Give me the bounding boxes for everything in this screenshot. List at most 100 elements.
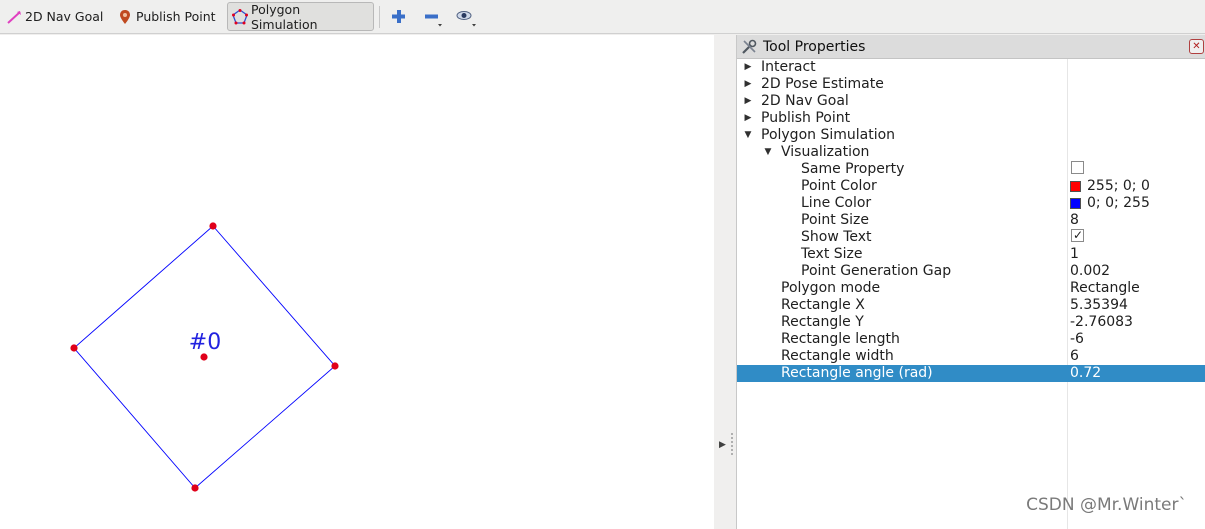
property-value[interactable] bbox=[1070, 161, 1084, 174]
property-row[interactable]: Line Color 0; 0; 255 bbox=[737, 195, 1205, 212]
polygon-vertex[interactable] bbox=[209, 222, 217, 230]
polygon-vertex[interactable] bbox=[191, 484, 199, 492]
expand-down-icon[interactable]: ▼ bbox=[762, 144, 774, 161]
property-value[interactable]: -6 bbox=[1070, 331, 1084, 348]
property-value[interactable]: 0; 0; 255 bbox=[1070, 195, 1150, 212]
nav-goal-label: 2D Nav Goal bbox=[25, 9, 104, 24]
property-row[interactable]: Point Generation Gap 0.002 bbox=[737, 263, 1205, 280]
watermark: CSDN @Mr.Winter` bbox=[1026, 495, 1187, 515]
minus-icon bbox=[425, 14, 442, 27]
add-tool-button[interactable] bbox=[388, 6, 410, 28]
property-row[interactable]: Rectangle length -6 bbox=[737, 331, 1205, 348]
toolbar: 2D Nav Goal Publish Point Polygon Simula… bbox=[0, 0, 1205, 34]
property-value-text: 1 bbox=[1070, 246, 1079, 262]
polygon-vertex[interactable] bbox=[331, 362, 339, 370]
pink-arrow-icon bbox=[6, 9, 22, 25]
property-value[interactable]: 6 bbox=[1070, 348, 1079, 365]
polygon-simulation-label: Polygon Simulation bbox=[251, 1, 318, 32]
property-name: Point Size bbox=[801, 212, 869, 228]
property-row[interactable]: Show Text ✓ bbox=[737, 228, 1205, 246]
visibility-tool-button[interactable] bbox=[454, 6, 476, 28]
property-value[interactable]: 0.002 bbox=[1070, 263, 1110, 280]
nav-goal-tool-button[interactable]: 2D Nav Goal bbox=[2, 2, 107, 31]
property-value[interactable]: 0.72 bbox=[1070, 365, 1101, 382]
property-value[interactable]: -2.76083 bbox=[1070, 314, 1133, 331]
property-name: Rectangle angle (rad) bbox=[781, 365, 933, 381]
property-row[interactable]: ▼ Polygon Simulation bbox=[737, 127, 1205, 144]
property-row[interactable]: Text Size 1 bbox=[737, 246, 1205, 263]
panel-title-bar: Tool Properties ✕ bbox=[737, 35, 1205, 59]
property-value[interactable]: Rectangle bbox=[1070, 280, 1140, 297]
remove-tool-button[interactable] bbox=[421, 6, 443, 28]
property-row[interactable]: Rectangle angle (rad) 0.72 bbox=[737, 365, 1205, 382]
property-row[interactable]: Polygon mode Rectangle bbox=[737, 280, 1205, 297]
publish-point-label: Publish Point bbox=[136, 9, 216, 24]
property-checkbox[interactable] bbox=[1071, 161, 1084, 174]
property-value-text: 5.35394 bbox=[1070, 297, 1128, 313]
property-name: Point Color bbox=[801, 178, 877, 194]
publish-point-tool-button[interactable]: Publish Point bbox=[113, 2, 220, 31]
property-name: Publish Point bbox=[761, 110, 851, 126]
property-checkbox[interactable]: ✓ bbox=[1071, 228, 1084, 242]
plus-icon bbox=[392, 10, 405, 23]
property-name: Visualization bbox=[781, 144, 870, 160]
property-value-text: Rectangle bbox=[1070, 280, 1140, 296]
panel-splitter[interactable]: ▶ bbox=[714, 35, 736, 529]
property-name: Rectangle Y bbox=[781, 314, 864, 330]
polygon-id-label: #0 bbox=[189, 330, 221, 355]
property-row[interactable]: ▶ Publish Point bbox=[737, 110, 1205, 127]
collapse-arrow-icon[interactable]: ▶ bbox=[719, 440, 726, 450]
polygon-canvas: #0 bbox=[70, 222, 339, 492]
expand-right-icon[interactable]: ▶ bbox=[742, 59, 754, 76]
property-row[interactable]: Rectangle width 6 bbox=[737, 348, 1205, 365]
color-swatch bbox=[1070, 198, 1081, 209]
property-row[interactable]: Point Color 255; 0; 0 bbox=[737, 178, 1205, 195]
property-row[interactable]: ▼ Visualization bbox=[737, 144, 1205, 161]
polygon-simulation-tool-button[interactable]: Polygon Simulation bbox=[227, 1, 374, 32]
checkmark-icon: ✓ bbox=[1073, 228, 1084, 242]
property-row[interactable]: Same Property bbox=[737, 161, 1205, 178]
property-row[interactable]: Rectangle X 5.35394 bbox=[737, 297, 1205, 314]
property-name: 2D Nav Goal bbox=[761, 93, 849, 109]
property-name: 2D Pose Estimate bbox=[761, 76, 884, 92]
property-value-text: 6 bbox=[1070, 348, 1079, 364]
property-value-text: 255; 0; 0 bbox=[1087, 178, 1150, 194]
property-value-text: 0.002 bbox=[1070, 263, 1111, 279]
expand-right-icon[interactable]: ▶ bbox=[742, 76, 754, 93]
property-name: Polygon mode bbox=[781, 280, 881, 296]
property-value-text: 0; 0; 255 bbox=[1087, 195, 1150, 211]
property-row[interactable]: ▶ Interact bbox=[737, 59, 1205, 76]
expand-right-icon[interactable]: ▶ bbox=[742, 110, 754, 127]
property-tree: ▶ Interact ▶ 2D Pose Estimate ▶ 2D Nav Goal ▶ P… bbox=[737, 59, 1205, 382]
tool-properties-panel: Tool Properties ✕ ▶ Interact ▶ 2D Pose Esti… bbox=[736, 35, 1205, 529]
property-row[interactable]: ▶ 2D Pose Estimate bbox=[737, 76, 1205, 93]
property-row[interactable]: ▶ 2D Nav Goal bbox=[737, 93, 1205, 110]
rviz-window: 2D Nav Goal Publish Point Polygon Simula… bbox=[0, 0, 1205, 529]
tools-icon bbox=[740, 38, 758, 56]
property-value[interactable]: 5.35394 bbox=[1070, 297, 1128, 314]
property-value-text: -2.76083 bbox=[1070, 314, 1133, 330]
expand-right-icon[interactable]: ▶ bbox=[742, 93, 754, 110]
polygon-vertex[interactable] bbox=[70, 344, 78, 352]
property-name: Polygon Simulation bbox=[761, 127, 896, 143]
polygon-icon bbox=[232, 8, 248, 25]
property-row[interactable]: Point Size 8 bbox=[737, 212, 1205, 229]
close-icon[interactable]: ✕ bbox=[1189, 39, 1204, 54]
map-pin-icon bbox=[117, 9, 133, 25]
property-value[interactable]: ✓ bbox=[1070, 228, 1084, 242]
property-name: Text Size bbox=[801, 246, 863, 262]
property-name: Same Property bbox=[801, 161, 905, 177]
color-swatch bbox=[1070, 181, 1081, 192]
property-value[interactable]: 1 bbox=[1070, 246, 1079, 263]
property-name: Show Text bbox=[801, 229, 872, 245]
splitter-grip[interactable] bbox=[731, 433, 733, 455]
property-value[interactable]: 255; 0; 0 bbox=[1070, 178, 1150, 195]
toolbar-separator bbox=[379, 6, 380, 28]
render-viewport[interactable]: #0 bbox=[0, 35, 714, 529]
property-name: Rectangle length bbox=[781, 331, 900, 347]
expand-down-icon[interactable]: ▼ bbox=[742, 127, 754, 144]
panel-title: Tool Properties bbox=[763, 38, 866, 55]
property-row[interactable]: Rectangle Y -2.76083 bbox=[737, 314, 1205, 331]
property-name: Rectangle width bbox=[781, 348, 894, 364]
property-name: Point Generation Gap bbox=[801, 263, 952, 279]
